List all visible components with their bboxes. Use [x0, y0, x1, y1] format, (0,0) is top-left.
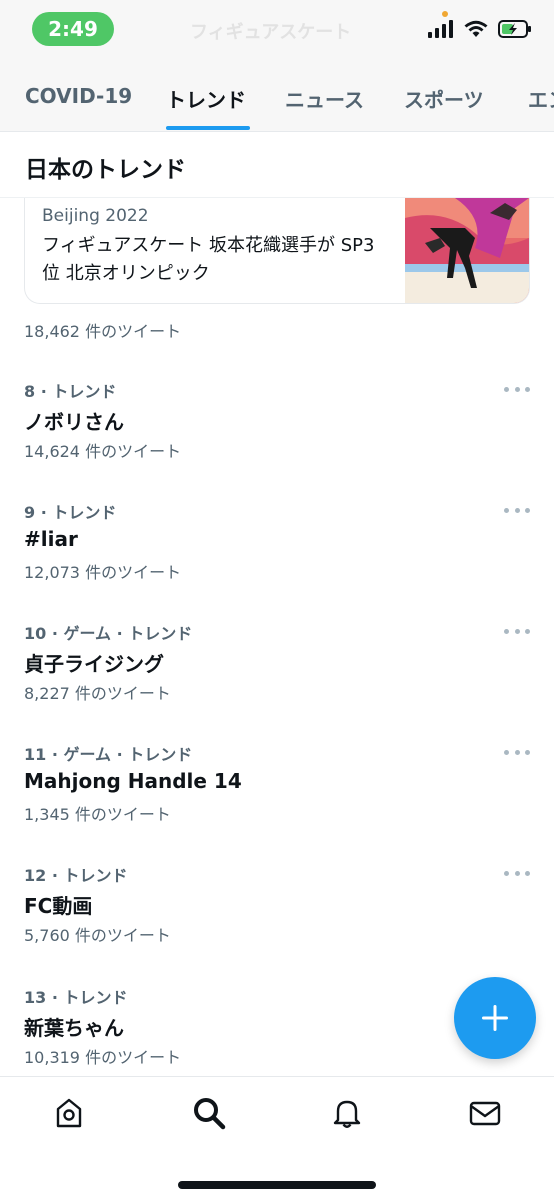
- trend-name: ノボリさん: [24, 410, 124, 434]
- tab-news[interactable]: ニュース: [285, 84, 364, 113]
- trend-name: Mahjong Handle 14: [24, 769, 242, 793]
- trend-tweet-count: 1,345 件のツイート: [24, 805, 171, 824]
- bell-icon: [333, 1100, 361, 1128]
- more-options-icon[interactable]: [504, 747, 530, 757]
- trend-name: FC動画: [24, 894, 93, 918]
- trend-item[interactable]: 10 · ゲーム · トレンド 貞子ライジング 8,227 件のツイート: [0, 620, 554, 740]
- trend-tweet-count: 5,760 件のツイート: [24, 926, 171, 945]
- trend-name: 新葉ちゃん: [24, 1016, 124, 1040]
- section-title: 日本のトレンド: [25, 157, 186, 183]
- trend-name: #liar: [24, 527, 78, 551]
- trend-name: 貞子ライジング: [24, 652, 164, 676]
- trend-tweet-count: 14,624 件のツイート: [24, 442, 182, 461]
- nav-search[interactable]: [191, 1095, 227, 1131]
- trend-item[interactable]: 11 · ゲーム · トレンド Mahjong Handle 14 1,345 …: [0, 741, 554, 861]
- home-icon: [56, 1098, 82, 1128]
- tab-trends[interactable]: トレンド: [166, 84, 246, 113]
- bottom-nav: [0, 1076, 554, 1200]
- news-headline: フィギュアスケート 坂本花織選手が SP3位 北京オリンピック: [42, 235, 375, 284]
- trend-meta: 10 · ゲーム · トレンド: [24, 624, 193, 643]
- trend-item[interactable]: 9 · トレンド #liar 12,073 件のツイート: [0, 499, 554, 619]
- news-thumbnail-image: [405, 198, 529, 303]
- home-indicator: [178, 1181, 376, 1189]
- mail-icon: [469, 1101, 501, 1126]
- battery-charging-icon: [498, 20, 531, 38]
- status-bar: 2:49 フィギュアスケート: [0, 0, 554, 62]
- active-tab-indicator: [166, 126, 250, 130]
- plus-icon: [482, 1005, 508, 1031]
- cellular-signal-icon: [428, 20, 453, 38]
- status-ghost-title: フィギュアスケート: [190, 22, 352, 43]
- trend-tweet-count: 12,073 件のツイート: [24, 563, 182, 582]
- nav-messages[interactable]: [467, 1095, 503, 1131]
- status-icons: [428, 20, 532, 38]
- search-icon: [194, 1098, 226, 1130]
- more-options-icon[interactable]: [504, 384, 530, 394]
- wifi-icon: [464, 20, 488, 37]
- news-tweet-count: 18,462 件のツイート: [24, 322, 182, 341]
- news-category: Beijing 2022: [42, 206, 149, 226]
- nav-notifications[interactable]: [329, 1095, 365, 1131]
- nav-home[interactable]: [51, 1095, 87, 1131]
- section-header: 日本のトレンド: [0, 132, 554, 198]
- trend-tweet-count: 8,227 件のツイート: [24, 684, 171, 703]
- compose-tweet-button[interactable]: [454, 977, 536, 1059]
- trend-meta: 13 · トレンド: [24, 988, 128, 1007]
- trend-tweet-count: 10,319 件のツイート: [24, 1048, 182, 1067]
- news-card[interactable]: Beijing 2022 フィギュアスケート 坂本花織選手が SP3位 北京オリ…: [24, 198, 530, 304]
- trend-meta: 9 · トレンド: [24, 503, 117, 522]
- trend-item[interactable]: 8 · トレンド ノボリさん 14,624 件のツイート: [0, 378, 554, 498]
- more-options-icon[interactable]: [504, 505, 530, 515]
- tab-covid19[interactable]: COVID-19: [25, 84, 132, 108]
- privacy-indicator-dot: [442, 11, 448, 17]
- status-time: 2:49: [32, 12, 114, 46]
- explore-tabs: COVID-19 トレンド ニュース スポーツ エン: [0, 62, 554, 132]
- tab-entertainment[interactable]: エン: [528, 84, 554, 113]
- trend-item[interactable]: 12 · トレンド FC動画 5,760 件のツイート: [0, 862, 554, 982]
- trend-meta: 8 · トレンド: [24, 382, 117, 401]
- tab-sports[interactable]: スポーツ: [404, 84, 484, 113]
- more-options-icon[interactable]: [504, 868, 530, 878]
- more-options-icon[interactable]: [504, 626, 530, 636]
- trend-meta: 11 · ゲーム · トレンド: [24, 745, 193, 764]
- trend-meta: 12 · トレンド: [24, 866, 128, 885]
